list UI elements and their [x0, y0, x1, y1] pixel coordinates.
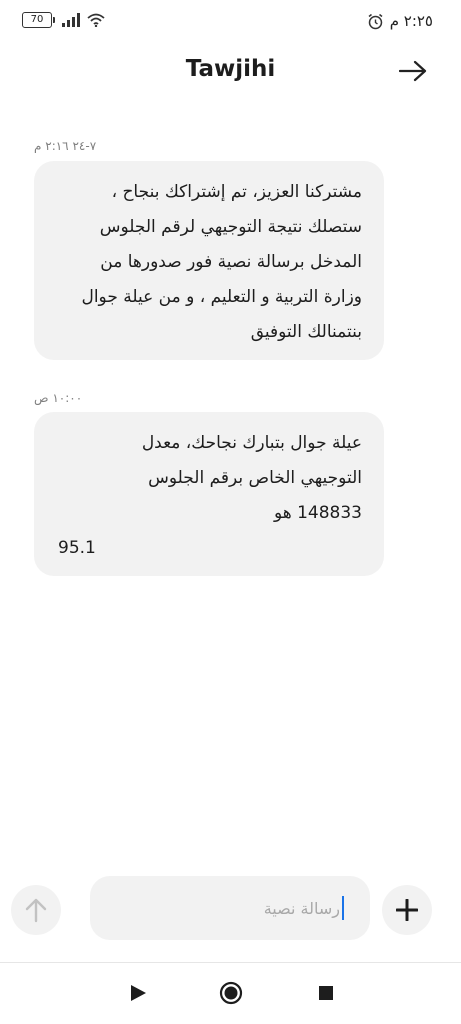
nav-back-button[interactable]: [125, 980, 151, 1006]
plus-icon: [396, 899, 418, 921]
battery-level: 70: [22, 12, 52, 28]
status-icons: 70: [22, 12, 105, 28]
message-placeholder: رسالة نصية: [263, 898, 340, 918]
add-attachment-button[interactable]: [382, 885, 432, 935]
send-button[interactable]: [11, 885, 61, 935]
message-input[interactable]: رسالة نصية: [90, 876, 370, 940]
arrow-up-icon: [25, 898, 47, 923]
status-time: ٢:٢٥ م: [389, 12, 433, 30]
message-text: مشتركنا العزيز، تم إشتراكك بنجاح ، ستصلك…: [81, 182, 362, 342]
square-icon: [319, 986, 333, 1000]
battery-icon: 70: [22, 12, 55, 28]
page-title: Tawjihi: [185, 56, 276, 82]
wifi-icon: [87, 13, 105, 27]
navigation-bar: [0, 963, 461, 1024]
message-timestamp: ٧-٢٤ ٢:١٦ م: [34, 139, 97, 153]
alarm-icon: [368, 13, 383, 29]
signal-icon: [62, 13, 80, 27]
nav-home-button[interactable]: [218, 980, 244, 1006]
message-text: عيلة جوال بتبارك نجاحك، معدل التوجيهي ال…: [141, 433, 362, 523]
message-timestamp: ١٠:٠٠ ص: [34, 391, 83, 405]
nav-recents-button[interactable]: [313, 980, 339, 1006]
circle-icon: [219, 981, 243, 1005]
text-cursor: [342, 896, 344, 920]
message-bubble[interactable]: مشتركنا العزيز، تم إشتراكك بنجاح ، ستصلك…: [34, 161, 384, 360]
status-bar: 70 ٢:٢٥ م: [0, 0, 461, 42]
play-icon: [131, 985, 146, 1001]
arrow-right-icon[interactable]: [399, 60, 427, 82]
conversation-header: Tawjihi: [0, 48, 461, 96]
message-score: 95.1: [58, 538, 96, 558]
message-bubble[interactable]: عيلة جوال بتبارك نجاحك، معدل التوجيهي ال…: [34, 412, 384, 576]
compose-bar: رسالة نصية: [0, 873, 461, 943]
status-time-group: ٢:٢٥ م: [367, 12, 433, 30]
